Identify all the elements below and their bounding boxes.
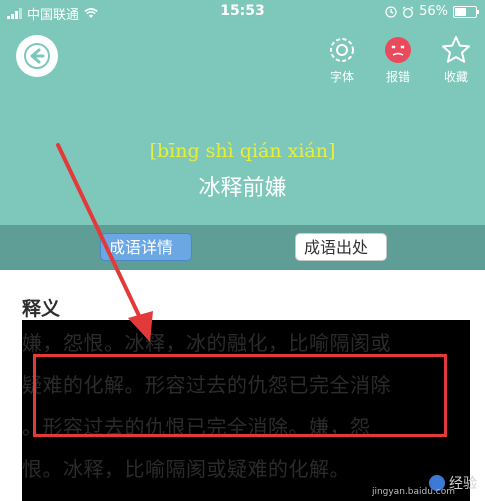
status-right: 56%: [385, 4, 479, 19]
annotation-highlight-box: [33, 354, 447, 437]
favorite-label: 收藏: [443, 70, 468, 84]
watermark-site: jingyan.baidu.com: [371, 487, 455, 497]
star-icon: [441, 35, 471, 65]
font-settings-icon: [327, 35, 357, 65]
report-error-icon: [383, 35, 413, 65]
report-error-label: 报错: [385, 70, 410, 84]
battery-icon: [453, 5, 479, 18]
status-bar: 中国联通 15:53 56%: [0, 0, 485, 24]
idiom-pinyin: [bīng shì qián xián]: [149, 140, 336, 162]
font-label: 字体: [329, 70, 354, 84]
tab-idiom-details[interactable]: 成语详情: [100, 233, 192, 261]
watermark: 经验 jingyan.baidu.com: [372, 473, 477, 497]
favorite-button[interactable]: 收藏: [434, 35, 478, 85]
battery-percent: 56%: [419, 4, 448, 19]
back-arrow-icon: [24, 43, 50, 69]
header: 中国联通 15:53 56% 字体 报错 收藏 [bīng shì qián x…: [0, 0, 485, 225]
font-button[interactable]: 字体: [320, 35, 364, 85]
definition-heading: 释义: [22, 298, 61, 320]
report-error-button[interactable]: 报错: [376, 35, 420, 85]
alarm-icon: [402, 5, 414, 18]
tab-bar: 成语详情 成语出处: [0, 225, 485, 270]
tab-idiom-source[interactable]: 成语出处: [295, 233, 387, 261]
idiom-title: 冰释前嫌: [198, 176, 287, 201]
location-lock-icon: [385, 5, 397, 18]
back-button[interactable]: [16, 35, 58, 77]
definition-line: 恨。冰释，比喻隔阂或疑难的化解。: [22, 457, 350, 481]
